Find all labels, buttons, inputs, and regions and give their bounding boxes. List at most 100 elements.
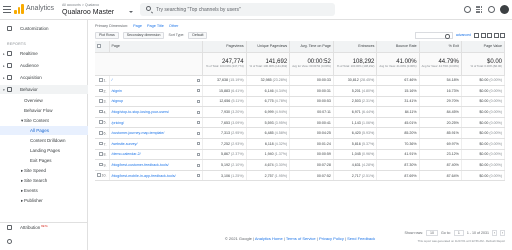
page-link[interactable]: /demo-calendar-2/ bbox=[112, 152, 141, 156]
open-page-icon[interactable] bbox=[197, 142, 201, 146]
page-link[interactable]: /blog/best-customer-feedback-tools/ bbox=[112, 163, 169, 167]
row-checkbox[interactable] bbox=[97, 173, 101, 177]
breadcrumb[interactable]: All accounts > Qualaroo bbox=[62, 3, 99, 7]
sidebar-item-landing-pages[interactable]: Landing Pages bbox=[0, 146, 88, 155]
page-link[interactable]: /customer-journey-map-template/ bbox=[112, 131, 165, 135]
plot-rows-button[interactable]: Plot Rows bbox=[95, 31, 119, 39]
row-checkbox[interactable] bbox=[99, 131, 103, 135]
table-view-icon[interactable] bbox=[474, 32, 479, 38]
sidebar-item-behavior-flow[interactable]: Behavior Flow bbox=[0, 106, 88, 115]
avg-time-cell: 00:00:53 bbox=[289, 96, 334, 108]
sidebar-item-overview[interactable]: Overview bbox=[0, 96, 88, 105]
row-checkbox[interactable] bbox=[99, 88, 103, 93]
sidebar-item-publisher[interactable]: ▸ Publisher bbox=[0, 196, 88, 205]
sort-type-dropdown[interactable]: Default bbox=[188, 31, 208, 39]
row-checkbox[interactable] bbox=[99, 152, 103, 156]
page-link[interactable]: /signin bbox=[112, 89, 122, 93]
page-link[interactable]: /pricing/ bbox=[112, 121, 125, 125]
table-search-input[interactable] bbox=[414, 31, 453, 39]
select-all-checkbox[interactable] bbox=[97, 44, 101, 48]
footer-link-privacy[interactable]: Privacy Policy bbox=[319, 236, 344, 241]
page-cell[interactable]: /blog/best-mobile-in-app-feedback-tools/ bbox=[109, 170, 204, 182]
open-page-icon[interactable] bbox=[197, 174, 201, 178]
page-cell[interactable]: /demo-calendar-2/ bbox=[109, 149, 204, 161]
sidebar-item-site-search[interactable]: ▸ Site Search bbox=[0, 176, 88, 185]
notifications-icon[interactable] bbox=[464, 6, 471, 13]
open-page-icon[interactable] bbox=[197, 121, 201, 125]
page-link[interactable]: /blog/stop-to-stop-losing-your-users/ bbox=[112, 110, 170, 114]
page-cell[interactable]: / bbox=[109, 75, 204, 87]
sidebar-item-audience[interactable]: ▸ Audience bbox=[0, 61, 88, 70]
page-cell[interactable]: /pricing/ bbox=[109, 117, 204, 129]
page-link[interactable]: /blog/best-mobile-in-app-feedback-tools/ bbox=[112, 174, 176, 178]
col-header-entrances[interactable]: Entrances bbox=[333, 41, 378, 53]
page-cell[interactable]: /customer-journey-map-template/ bbox=[109, 127, 204, 140]
page-cell[interactable]: /website-survey/ bbox=[109, 138, 204, 150]
pivot-view-icon[interactable] bbox=[500, 32, 505, 38]
col-header-page-value[interactable]: Page Value bbox=[461, 41, 506, 53]
page-cell[interactable]: /blog/stop-to-stop-losing-your-users/ bbox=[109, 106, 204, 118]
sidebar-item-exit-pages[interactable]: Exit Pages bbox=[0, 156, 88, 165]
open-page-icon[interactable] bbox=[197, 152, 201, 156]
sidebar-item-realtime[interactable]: ▸ Realtime bbox=[0, 49, 88, 58]
performance-view-icon[interactable] bbox=[487, 32, 492, 38]
select-all-header[interactable] bbox=[95, 41, 110, 53]
open-page-icon[interactable] bbox=[197, 99, 201, 103]
sidebar-item-all-pages[interactable]: All Pages bbox=[0, 126, 88, 135]
cell-pct: (0.00%) bbox=[489, 141, 502, 146]
footer-link-analytics-home[interactable]: Analytics Home bbox=[255, 236, 283, 241]
dimension-page-title[interactable]: Page Title bbox=[147, 24, 164, 28]
col-header-unique-pageviews[interactable]: Unique Pageviews bbox=[246, 41, 291, 53]
open-page-icon[interactable] bbox=[197, 78, 201, 82]
footer-link-feedback[interactable]: Send Feedback bbox=[347, 236, 375, 241]
col-header-avg-time[interactable]: Avg. Time on Page bbox=[289, 41, 334, 53]
sidebar-item-attribution[interactable]: AttributionBETA bbox=[0, 223, 88, 232]
open-page-icon[interactable] bbox=[197, 89, 201, 93]
entrances-cell: 30,812 (28.45%) bbox=[333, 75, 378, 87]
open-page-icon[interactable] bbox=[197, 110, 201, 114]
row-checkbox[interactable] bbox=[99, 162, 103, 167]
percentage-view-icon[interactable] bbox=[480, 32, 486, 38]
apps-icon[interactable] bbox=[476, 6, 483, 13]
dimension-page[interactable]: Page bbox=[133, 24, 142, 28]
view-selector[interactable]: Qualaroo Master bbox=[62, 9, 114, 16]
page-link[interactable]: / bbox=[112, 78, 113, 82]
sidebar-item-content-drilldown[interactable]: Content Drilldown bbox=[0, 136, 88, 145]
row-checkbox[interactable] bbox=[99, 120, 103, 124]
sidebar-item-customization[interactable]: Customization bbox=[0, 24, 88, 33]
sidebar-item-site-content[interactable]: ▾ Site Content bbox=[0, 116, 88, 125]
col-header-pageviews[interactable]: Pageviews bbox=[202, 41, 247, 53]
sidebar-item-site-speed[interactable]: ▸ Site Speed bbox=[0, 166, 88, 175]
menu-icon[interactable] bbox=[3, 6, 11, 15]
page-link[interactable]: /website-survey/ bbox=[112, 142, 138, 146]
col-header-exit[interactable]: % Exit bbox=[419, 41, 462, 53]
search-input[interactable]: Try searching "Top channels by users" bbox=[156, 7, 241, 13]
col-header-bounce-rate[interactable]: Bounce Rate bbox=[376, 41, 420, 53]
more-icon[interactable] bbox=[488, 6, 495, 13]
avatar[interactable] bbox=[500, 5, 509, 14]
sidebar-item-behavior[interactable]: ▾ Behavior bbox=[0, 85, 88, 94]
sidebar-item-settings[interactable] bbox=[0, 237, 88, 246]
sidebar-item-acquisition[interactable]: ▸ Acquisition bbox=[0, 73, 88, 82]
col-header-page[interactable]: Page bbox=[109, 41, 204, 53]
row-checkbox[interactable] bbox=[99, 99, 103, 103]
comparison-view-icon[interactable] bbox=[493, 32, 499, 38]
page-value-cell: $0.00 (0.00%) bbox=[461, 75, 506, 87]
open-page-icon[interactable] bbox=[197, 163, 201, 167]
search-box[interactable]: Try searching "Top channels by users" bbox=[140, 3, 335, 16]
row-checkbox[interactable] bbox=[99, 109, 103, 114]
footer-link-terms[interactable]: Terms of Service bbox=[286, 236, 316, 241]
open-page-icon[interactable] bbox=[197, 131, 201, 135]
page-cell[interactable]: /blog/best-customer-feedback-tools/ bbox=[109, 159, 204, 171]
row-checkbox[interactable] bbox=[99, 141, 103, 146]
row-checkbox[interactable] bbox=[99, 78, 103, 82]
dimension-other[interactable]: Other bbox=[169, 24, 179, 28]
page-link[interactable]: /signup bbox=[112, 99, 124, 103]
advanced-filter-link[interactable]: advanced bbox=[456, 33, 471, 37]
chevron-down-icon[interactable] bbox=[129, 11, 133, 13]
cell-pct: (1.25%) bbox=[231, 173, 244, 178]
secondary-dimension-dropdown[interactable]: Secondary dimension bbox=[122, 31, 165, 39]
page-cell[interactable]: /signup bbox=[109, 96, 204, 108]
sidebar-item-events[interactable]: ▸ Events bbox=[0, 186, 88, 195]
page-cell[interactable]: /signin bbox=[109, 85, 204, 97]
